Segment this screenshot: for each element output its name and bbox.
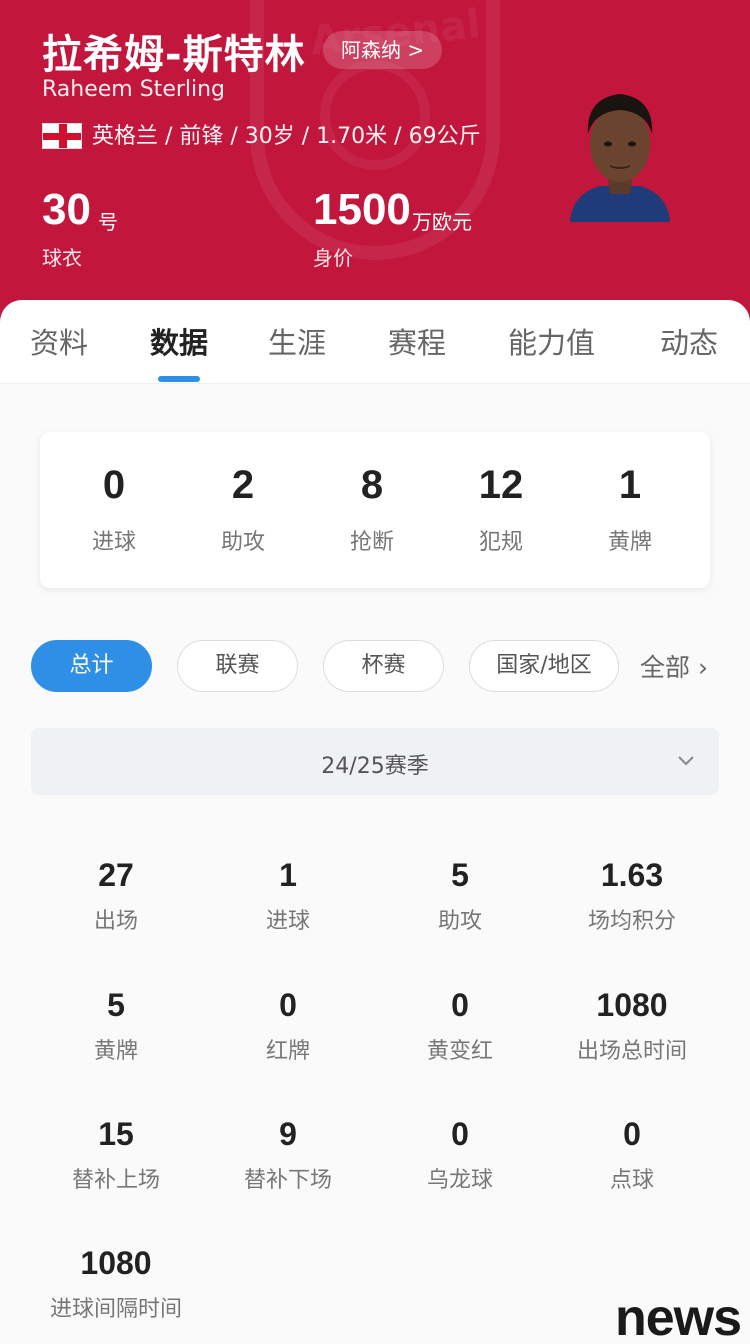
player-header: Arsenal 拉希姆-斯特林 阿森纳 > Raheem Sterling 英格… xyxy=(0,0,750,330)
stat-item: 1 进球 xyxy=(203,855,373,935)
jersey-number: 30 xyxy=(42,185,91,234)
filter-cup[interactable]: 杯赛 xyxy=(323,640,444,692)
tab-stats[interactable]: 数据 xyxy=(150,320,208,362)
summary-item: 12 犯规 xyxy=(446,460,556,556)
stat-value: 5 xyxy=(107,987,125,1023)
summary-value: 12 xyxy=(478,463,524,507)
stat-label: 场均积分 xyxy=(587,909,676,934)
stat-value: 1 xyxy=(279,857,297,893)
stat-item: 1080 进球间隔时间 xyxy=(31,1243,201,1323)
stat-label: 替补上场 xyxy=(71,1168,160,1193)
stat-label: 助攻 xyxy=(437,909,482,934)
club-link-button[interactable]: 阿森纳 > xyxy=(323,31,443,69)
tab-bar: 资料 数据 生涯 赛程 能力值 动态 xyxy=(0,300,750,384)
stat-value: 9 xyxy=(279,1116,297,1152)
crest-cannon-watermark xyxy=(320,60,430,170)
stat-label: 红牌 xyxy=(265,1039,310,1064)
season-label: 24/25赛季 xyxy=(321,754,429,779)
stat-label: 出场 xyxy=(93,909,138,934)
stat-value: 0 xyxy=(623,1116,641,1152)
stat-value: 0 xyxy=(451,1116,469,1152)
tab-profile[interactable]: 资料 xyxy=(30,320,88,362)
jersey-unit: 号 xyxy=(98,210,118,234)
summary-label: 黄牌 xyxy=(607,530,652,555)
stat-item: 5 助攻 xyxy=(375,855,545,935)
filter-league[interactable]: 联赛 xyxy=(177,640,298,692)
stat-item: 9 替补下场 xyxy=(203,1114,373,1194)
filter-total[interactable]: 总计 xyxy=(31,640,152,692)
stat-value: 15 xyxy=(98,1116,134,1152)
summary-value: 2 xyxy=(231,463,255,507)
england-flag-icon xyxy=(42,123,82,149)
summary-item: 8 抢断 xyxy=(317,460,427,556)
stat-item: 0 黄变红 xyxy=(375,985,545,1065)
market-label: 身价 xyxy=(313,246,353,270)
player-name-en: Raheem Sterling xyxy=(42,77,226,102)
filter-all-button[interactable]: 全部 › xyxy=(640,648,708,684)
tab-career[interactable]: 生涯 xyxy=(268,320,326,362)
summary-value: 0 xyxy=(102,463,126,507)
summary-item: 2 助攻 xyxy=(188,460,298,556)
stat-value: 5 xyxy=(451,857,469,893)
stat-label: 替补下场 xyxy=(243,1168,332,1193)
summary-card: 0 进球 2 助攻 8 抢断 12 犯规 1 黄牌 xyxy=(40,432,710,588)
player-name-cn: 拉希姆-斯特林 xyxy=(42,32,306,78)
summary-label: 助攻 xyxy=(220,530,265,555)
stat-item: 1.63 场均积分 xyxy=(547,855,717,935)
stat-item: 0 红牌 xyxy=(203,985,373,1065)
tab-news[interactable]: 动态 xyxy=(660,320,718,362)
stat-item: 0 乌龙球 xyxy=(375,1114,545,1194)
stat-item: 1080 出场总时间 xyxy=(547,985,717,1065)
stat-value: 1080 xyxy=(596,987,668,1023)
tab-ability[interactable]: 能力值 xyxy=(508,320,595,362)
stat-label: 进球 xyxy=(265,909,310,934)
stat-label: 出场总时间 xyxy=(576,1039,687,1064)
stat-item: 5 黄牌 xyxy=(31,985,201,1065)
jersey-label: 球衣 xyxy=(42,246,82,270)
stat-value: 1.63 xyxy=(600,857,664,893)
market-unit: 万欧元 xyxy=(412,210,472,234)
tab-schedule[interactable]: 赛程 xyxy=(388,320,446,362)
stat-label: 乌龙球 xyxy=(426,1168,493,1193)
active-tab-indicator xyxy=(158,376,200,382)
stat-item: 15 替补上场 xyxy=(31,1114,201,1194)
summary-value: 1 xyxy=(618,463,642,507)
summary-label: 进球 xyxy=(91,530,136,555)
stat-value: 0 xyxy=(451,987,469,1023)
stat-item: 27 出场 xyxy=(31,855,201,935)
stat-label: 黄变红 xyxy=(426,1039,493,1064)
stat-value: 27 xyxy=(98,857,134,893)
summary-item: 1 黄牌 xyxy=(575,460,685,556)
player-avatar xyxy=(570,94,670,222)
summary-value: 8 xyxy=(360,463,384,507)
summary-label: 抢断 xyxy=(349,530,394,555)
stat-label: 进球间隔时间 xyxy=(49,1297,182,1322)
chevron-down-icon xyxy=(678,756,694,766)
market-value: 1500 xyxy=(313,185,411,234)
stat-label: 点球 xyxy=(609,1168,654,1193)
news-watermark: news xyxy=(615,1289,742,1344)
player-meta: 英格兰 / 前锋 / 30岁 / 1.70米 / 69公斤 xyxy=(92,124,481,149)
summary-item: 0 进球 xyxy=(59,460,169,556)
season-selector[interactable]: 24/25赛季 xyxy=(31,728,719,795)
stat-value: 0 xyxy=(279,987,297,1023)
stat-label: 黄牌 xyxy=(93,1039,138,1064)
summary-label: 犯规 xyxy=(478,530,523,555)
filter-national[interactable]: 国家/地区 xyxy=(469,640,619,692)
stat-item: 0 点球 xyxy=(547,1114,717,1194)
stat-value: 1080 xyxy=(80,1245,152,1281)
